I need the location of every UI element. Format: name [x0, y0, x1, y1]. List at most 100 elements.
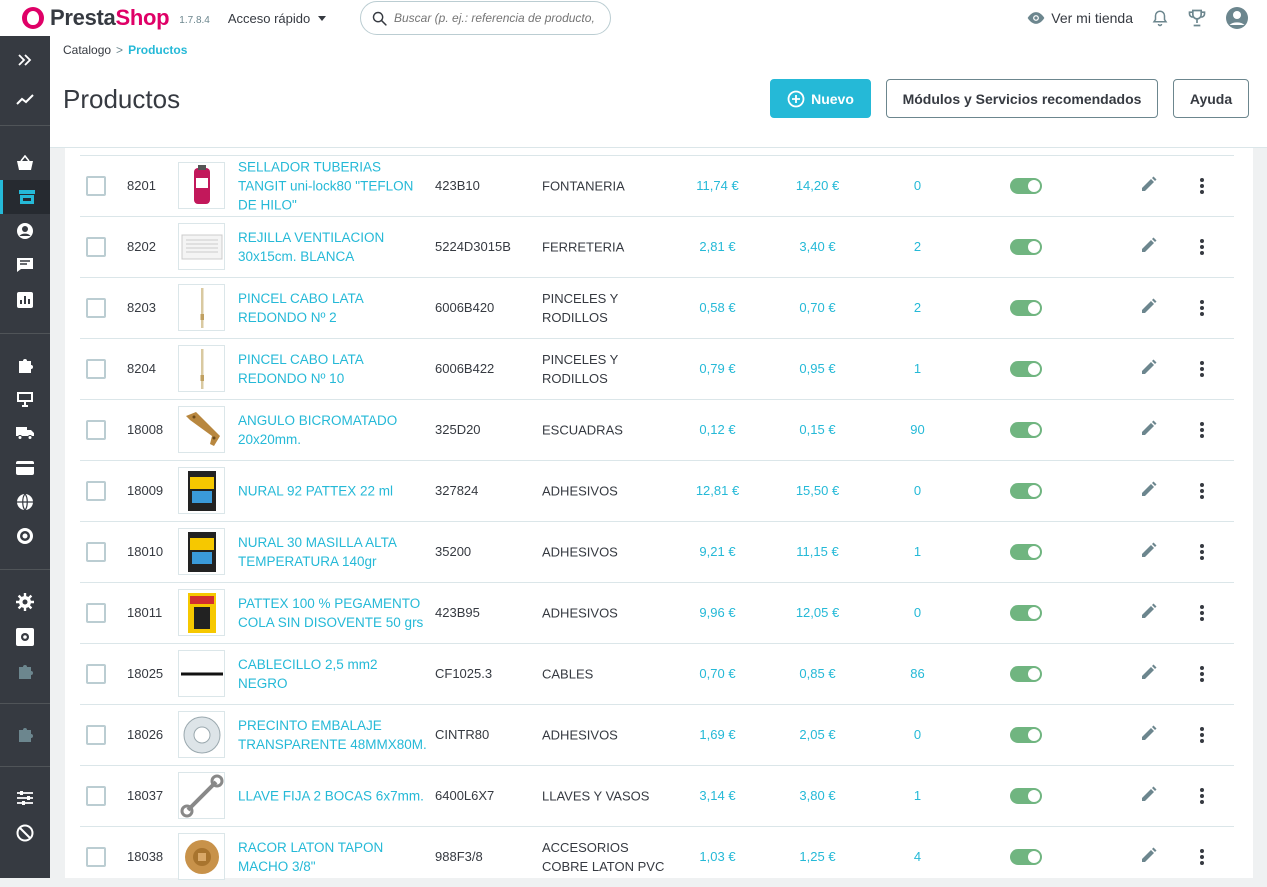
edit-icon[interactable]: [1140, 297, 1160, 317]
price-tax-incl[interactable]: 3,80 €: [770, 788, 865, 803]
product-name-link[interactable]: PATTEX 100 % PEGAMENTO COLA SIN DISOVENT…: [238, 594, 428, 632]
row-checkbox[interactable]: [86, 481, 106, 501]
price-tax-incl[interactable]: 11,15 €: [770, 544, 865, 559]
price-tax-excl[interactable]: 9,96 €: [670, 605, 765, 620]
product-thumbnail[interactable]: [178, 345, 225, 392]
product-thumbnail[interactable]: [178, 467, 225, 514]
price-tax-excl[interactable]: 11,74 €: [670, 178, 765, 193]
price-tax-excl[interactable]: 0,58 €: [670, 300, 765, 315]
international-icon[interactable]: [0, 485, 50, 519]
product-thumbnail[interactable]: [178, 833, 225, 880]
more-actions-icon[interactable]: [1192, 236, 1212, 258]
product-name-link[interactable]: SELLADOR TUBERIAS TANGIT uni-lock80 "TEF…: [238, 158, 428, 215]
status-toggle[interactable]: [1010, 788, 1042, 804]
quick-access-dropdown[interactable]: Acceso rápido: [228, 11, 327, 26]
breadcrumb-products[interactable]: Productos: [128, 43, 187, 57]
customers-icon[interactable]: [0, 214, 50, 248]
product-thumbnail[interactable]: [178, 772, 225, 819]
trophy-icon[interactable]: [1187, 8, 1207, 28]
status-toggle[interactable]: [1010, 239, 1042, 255]
product-quantity[interactable]: 0: [875, 483, 960, 498]
more-actions-icon[interactable]: [1192, 785, 1212, 807]
product-name-link[interactable]: NURAL 92 PATTEX 22 ml: [238, 482, 428, 501]
row-checkbox[interactable]: [86, 237, 106, 257]
price-tax-incl[interactable]: 0,70 €: [770, 300, 865, 315]
price-tax-excl[interactable]: 1,03 €: [670, 849, 765, 864]
edit-icon[interactable]: [1140, 663, 1160, 683]
price-tax-excl[interactable]: 0,70 €: [670, 666, 765, 681]
puzzle-icon[interactable]: [0, 717, 50, 751]
more-actions-icon[interactable]: [1192, 846, 1212, 868]
design-icon[interactable]: [0, 382, 50, 416]
edit-icon[interactable]: [1140, 358, 1160, 378]
product-thumbnail[interactable]: [178, 162, 225, 209]
edit-icon[interactable]: [1140, 236, 1160, 256]
price-tax-excl[interactable]: 3,14 €: [670, 788, 765, 803]
product-name-link[interactable]: ANGULO BICROMATADO 20x20mm.: [238, 411, 428, 449]
row-checkbox[interactable]: [86, 298, 106, 318]
row-checkbox[interactable]: [86, 664, 106, 684]
product-thumbnail[interactable]: [178, 223, 225, 270]
shipping-icon[interactable]: [0, 416, 50, 450]
status-toggle[interactable]: [1010, 300, 1042, 316]
product-thumbnail[interactable]: [178, 284, 225, 331]
price-tax-incl[interactable]: 2,05 €: [770, 727, 865, 742]
product-thumbnail[interactable]: [178, 711, 225, 758]
more-actions-icon[interactable]: [1192, 663, 1212, 685]
price-tax-incl[interactable]: 0,15 €: [770, 422, 865, 437]
product-thumbnail[interactable]: [178, 589, 225, 636]
dashboard-icon[interactable]: [0, 82, 50, 116]
edit-icon[interactable]: [1140, 724, 1160, 744]
more-actions-icon[interactable]: [1192, 419, 1212, 441]
edit-icon[interactable]: [1140, 602, 1160, 622]
price-tax-incl[interactable]: 0,85 €: [770, 666, 865, 681]
more-actions-icon[interactable]: [1192, 480, 1212, 502]
edit-icon[interactable]: [1140, 541, 1160, 561]
product-quantity[interactable]: 2: [875, 239, 960, 254]
price-tax-excl[interactable]: 12,81 €: [670, 483, 765, 498]
status-toggle[interactable]: [1010, 544, 1042, 560]
status-toggle[interactable]: [1010, 849, 1042, 865]
price-tax-excl[interactable]: 9,21 €: [670, 544, 765, 559]
new-product-button[interactable]: Nuevo: [770, 79, 871, 118]
edit-icon[interactable]: [1140, 846, 1160, 866]
more-actions-icon[interactable]: [1192, 602, 1212, 624]
product-quantity[interactable]: 1: [875, 544, 960, 559]
more-actions-icon[interactable]: [1192, 358, 1212, 380]
block-icon[interactable]: [0, 816, 50, 850]
status-toggle[interactable]: [1010, 422, 1042, 438]
product-name-link[interactable]: NURAL 30 MASILLA ALTA TEMPERATURA 140gr: [238, 533, 428, 571]
search-input[interactable]: [394, 11, 594, 25]
product-quantity[interactable]: 0: [875, 178, 960, 193]
row-checkbox[interactable]: [86, 542, 106, 562]
breadcrumb-catalog[interactable]: Catalogo: [63, 43, 111, 57]
more-actions-icon[interactable]: [1192, 724, 1212, 746]
more-actions-icon[interactable]: [1192, 175, 1212, 197]
edit-icon[interactable]: [1140, 785, 1160, 805]
product-thumbnail[interactable]: [178, 528, 225, 575]
product-name-link[interactable]: PINCEL CABO LATA REDONDO Nº 2: [238, 289, 428, 327]
orders-icon[interactable]: [0, 146, 50, 180]
product-name-link[interactable]: PRECINTO EMBALAJE TRANSPARENTE 48MMX80M.: [238, 716, 428, 754]
product-quantity[interactable]: 0: [875, 605, 960, 620]
price-tax-excl[interactable]: 0,79 €: [670, 361, 765, 376]
filters-icon[interactable]: [0, 781, 50, 815]
price-tax-excl[interactable]: 0,12 €: [670, 422, 765, 437]
status-toggle[interactable]: [1010, 361, 1042, 377]
search-box[interactable]: [360, 1, 611, 35]
price-tax-incl[interactable]: 12,05 €: [770, 605, 865, 620]
row-checkbox[interactable]: [86, 359, 106, 379]
catalog-icon[interactable]: [0, 180, 50, 214]
help-button[interactable]: Ayuda: [1173, 79, 1249, 118]
price-tax-excl[interactable]: 1,69 €: [670, 727, 765, 742]
edit-icon[interactable]: [1140, 175, 1160, 195]
extensions-icon[interactable]: [0, 654, 50, 688]
product-name-link[interactable]: RACOR LATON TAPON MACHO 3/8": [238, 838, 428, 876]
recommended-modules-button[interactable]: Módulos y Servicios recomendados: [886, 79, 1158, 118]
row-checkbox[interactable]: [86, 420, 106, 440]
product-quantity[interactable]: 2: [875, 300, 960, 315]
row-checkbox[interactable]: [86, 176, 106, 196]
product-quantity[interactable]: 90: [875, 422, 960, 437]
product-name-link[interactable]: CABLECILLO 2,5 mm2 NEGRO: [238, 655, 428, 693]
payment-icon[interactable]: [0, 451, 50, 485]
